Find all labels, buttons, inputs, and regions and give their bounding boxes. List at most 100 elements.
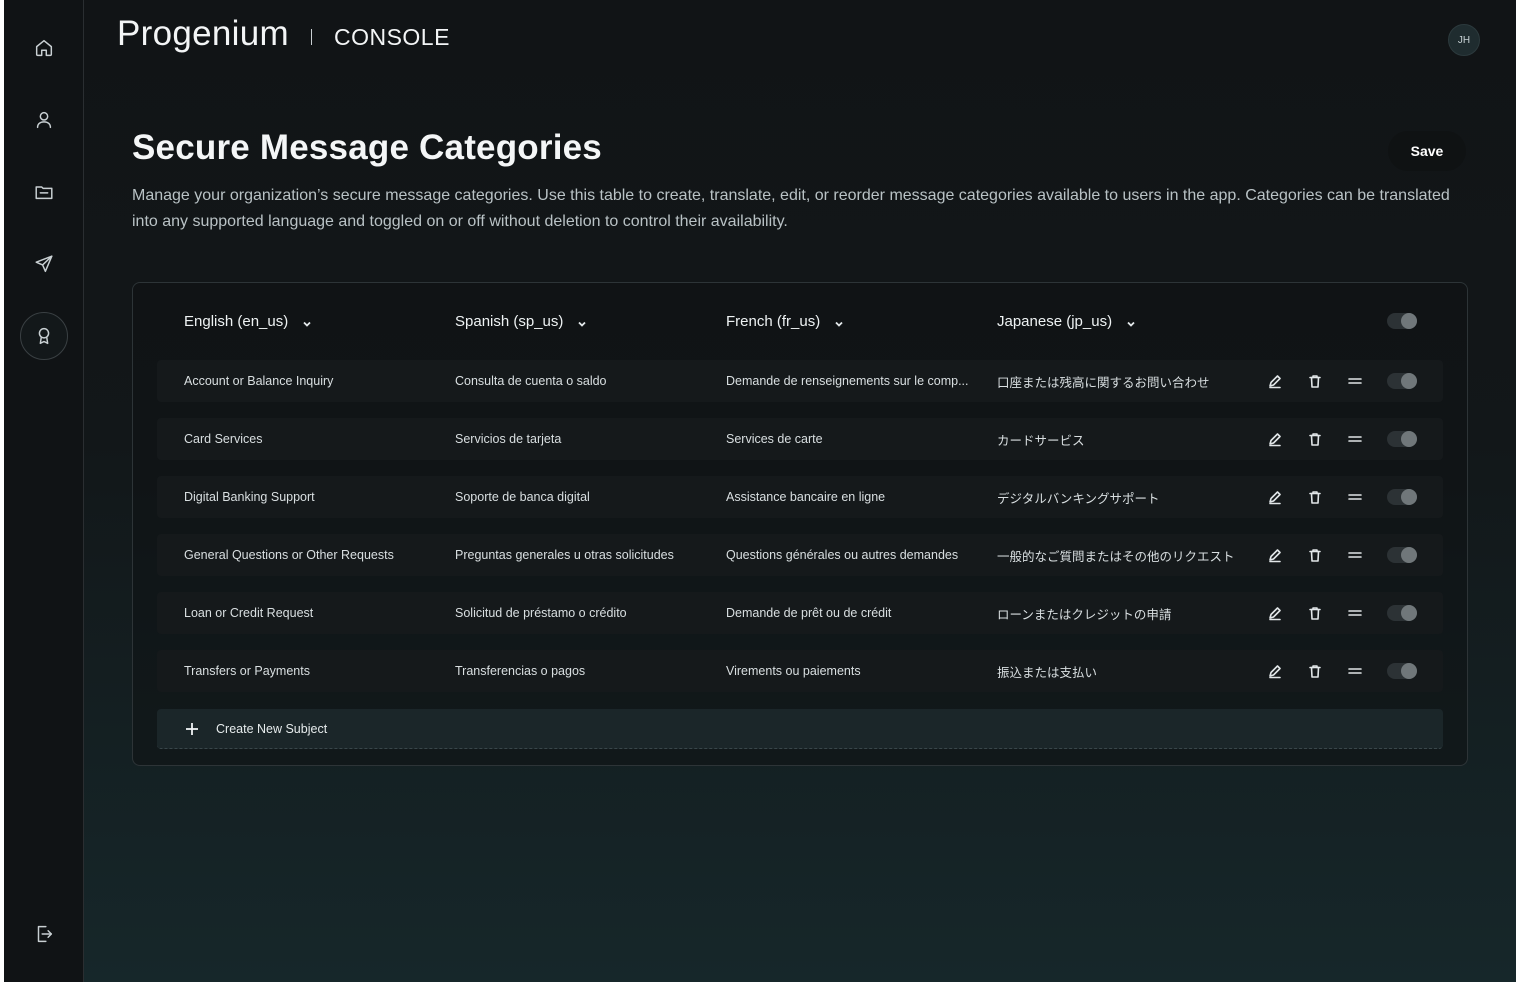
cell-french[interactable]: Services de carte: [726, 418, 976, 460]
cell-english[interactable]: Transfers or Payments: [184, 650, 434, 692]
drag-handle-icon: [1348, 552, 1362, 558]
cell-spanish[interactable]: Soporte de banca digital: [455, 476, 705, 518]
create-new-subject-label: Create New Subject: [216, 721, 328, 736]
cell-spanish[interactable]: Consulta de cuenta o saldo: [455, 360, 705, 402]
drag-handle-icon: [1348, 610, 1362, 616]
sidebar-item-home[interactable]: [20, 24, 68, 72]
cell-spanish[interactable]: Servicios de tarjeta: [455, 418, 705, 460]
cell-english[interactable]: General Questions or Other Requests: [184, 534, 434, 576]
sidebar-item-categories[interactable]: [20, 312, 68, 360]
plus-icon: [184, 721, 200, 737]
delete-button[interactable]: [1305, 545, 1325, 565]
cell-japanese[interactable]: 一般的なご質問またはその他のリクエスト: [997, 534, 1242, 576]
edit-button[interactable]: [1265, 661, 1285, 681]
column-label: English (en_us): [184, 312, 289, 330]
chevron-down-icon: [302, 316, 312, 327]
toggle-knob: [1401, 373, 1417, 389]
table-row: Loan or Credit Request Solicitud de prés…: [157, 592, 1443, 634]
column-header-english[interactable]: English (en_us): [184, 299, 312, 343]
cell-english[interactable]: Card Services: [184, 418, 434, 460]
table-header: English (en_us) Spanish (sp_us) French (…: [133, 299, 1467, 343]
sidebar-item-users[interactable]: [20, 96, 68, 144]
brand-name: Progenium: [117, 14, 289, 53]
toggle-knob: [1401, 431, 1417, 447]
reorder-handle[interactable]: [1345, 603, 1365, 623]
brand-section: CONSOLE: [333, 23, 450, 50]
logout-icon: [37, 925, 53, 943]
table-row: Transfers or Payments Transferencias o p…: [157, 650, 1443, 692]
cell-french[interactable]: Questions générales ou autres demandes: [726, 534, 976, 576]
pencil-icon: [1269, 665, 1281, 679]
trash-icon: [1309, 375, 1321, 388]
column-header-french[interactable]: French (fr_us): [726, 299, 844, 343]
column-header-japanese[interactable]: Japanese (jp_us): [997, 299, 1136, 343]
delete-button[interactable]: [1305, 603, 1325, 623]
award-icon: [38, 327, 50, 345]
toggle-knob: [1401, 313, 1417, 329]
cell-japanese[interactable]: ローンまたはクレジットの申請: [997, 592, 1242, 634]
cell-french[interactable]: Demande de prêt ou de crédit: [726, 592, 976, 634]
cell-french[interactable]: Assistance bancaire en ligne: [726, 476, 976, 518]
cell-french[interactable]: Virements ou paiements: [726, 650, 976, 692]
column-label: French (fr_us): [726, 312, 821, 330]
toggle-knob: [1401, 663, 1417, 679]
column-label: Japanese (jp_us): [997, 312, 1113, 330]
cell-english[interactable]: Loan or Credit Request: [184, 592, 434, 634]
row-toggle-switch[interactable]: [1387, 663, 1417, 679]
sidebar: [4, 0, 84, 982]
chevron-down-icon: [1126, 316, 1136, 327]
avatar[interactable]: JH: [1448, 24, 1480, 56]
cell-japanese[interactable]: カードサービス: [997, 418, 1242, 460]
cell-japanese[interactable]: 振込または支払い: [997, 650, 1242, 692]
cell-english[interactable]: Account or Balance Inquiry: [184, 360, 434, 402]
table-row: General Questions or Other Requests Preg…: [157, 534, 1443, 576]
create-new-subject-button[interactable]: Create New Subject: [157, 709, 1443, 749]
delete-button[interactable]: [1305, 429, 1325, 449]
chevron-down-icon: [834, 316, 844, 327]
user-icon: [36, 111, 52, 129]
drag-handle-icon: [1348, 436, 1362, 442]
sidebar-item-files[interactable]: [20, 168, 68, 216]
edit-button[interactable]: [1265, 545, 1285, 565]
drag-handle-icon: [1348, 668, 1362, 674]
edit-button[interactable]: [1265, 429, 1285, 449]
cell-japanese[interactable]: 口座または残高に関するお問い合わせ: [997, 360, 1242, 402]
row-toggle-switch[interactable]: [1387, 605, 1417, 621]
drag-handle-icon: [1348, 378, 1362, 384]
edit-button[interactable]: [1265, 371, 1285, 391]
edit-button[interactable]: [1265, 603, 1285, 623]
reorder-handle[interactable]: [1345, 429, 1365, 449]
delete-button[interactable]: [1305, 487, 1325, 507]
row-toggle-switch[interactable]: [1387, 431, 1417, 447]
toggle-knob: [1401, 489, 1417, 505]
pencil-icon: [1269, 375, 1281, 389]
delete-button[interactable]: [1305, 371, 1325, 391]
trash-icon: [1309, 491, 1321, 504]
save-button[interactable]: Save: [1388, 131, 1466, 171]
app-window: Progenium CONSOLE JH Secure Message Cate…: [4, 0, 1516, 982]
categories-table: English (en_us) Spanish (sp_us) French (…: [132, 282, 1468, 766]
cell-french[interactable]: Demande de renseignements sur le comp...: [726, 360, 976, 402]
cell-spanish[interactable]: Preguntas generales u otras solicitudes: [455, 534, 705, 576]
toggle-knob: [1401, 547, 1417, 563]
reorder-handle[interactable]: [1345, 545, 1365, 565]
column-label: Spanish (sp_us): [455, 312, 564, 330]
cell-spanish[interactable]: Solicitud de préstamo o crédito: [455, 592, 705, 634]
sidebar-item-messages[interactable]: [20, 240, 68, 288]
row-toggle-switch[interactable]: [1387, 373, 1417, 389]
edit-button[interactable]: [1265, 487, 1285, 507]
reorder-handle[interactable]: [1345, 487, 1365, 507]
toggle-all-switch[interactable]: [1387, 313, 1417, 329]
cell-spanish[interactable]: Transferencias o pagos: [455, 650, 705, 692]
trash-icon: [1309, 433, 1321, 446]
cell-japanese[interactable]: デジタルバンキングサポート: [997, 476, 1242, 518]
column-header-spanish[interactable]: Spanish (sp_us): [455, 299, 587, 343]
sidebar-item-logout[interactable]: [20, 910, 68, 958]
row-toggle-switch[interactable]: [1387, 547, 1417, 563]
delete-button[interactable]: [1305, 661, 1325, 681]
cell-english[interactable]: Digital Banking Support: [184, 476, 434, 518]
row-toggle-switch[interactable]: [1387, 489, 1417, 505]
trash-icon: [1309, 665, 1321, 678]
reorder-handle[interactable]: [1345, 371, 1365, 391]
reorder-handle[interactable]: [1345, 661, 1365, 681]
